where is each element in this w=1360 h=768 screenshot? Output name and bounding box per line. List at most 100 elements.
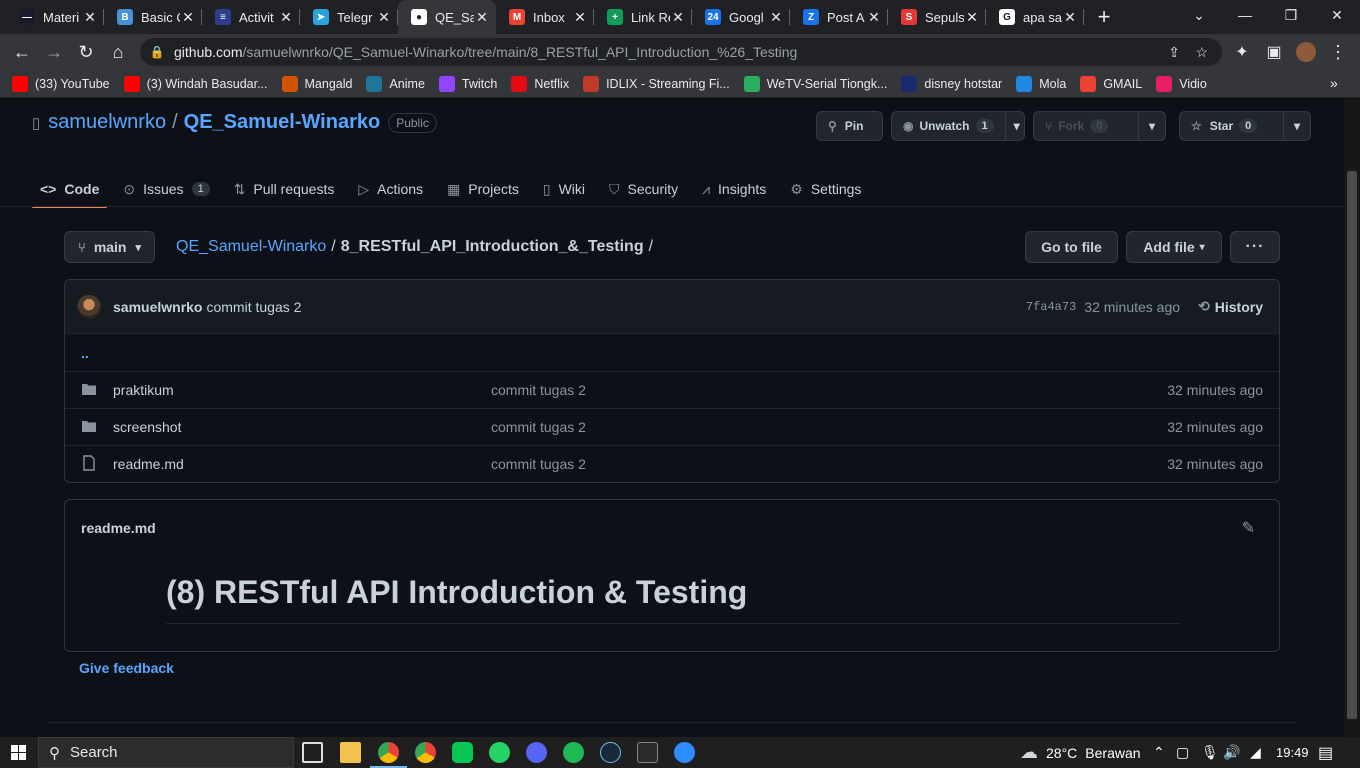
commit-sha-link[interactable]: 7fa4a73 bbox=[1026, 300, 1076, 314]
bookmark-item[interactable]: Twitch bbox=[438, 75, 497, 92]
close-tab-icon[interactable]: ✕ bbox=[572, 9, 588, 26]
taskbar-clock[interactable]: 19:49 bbox=[1276, 737, 1309, 768]
minimize-button[interactable]: — bbox=[1222, 0, 1268, 30]
network-device-icon[interactable]: ▢ bbox=[1176, 737, 1189, 768]
share-icon[interactable]: ⇪ bbox=[1168, 44, 1180, 61]
repo-owner-link[interactable]: samuelwnrko bbox=[48, 111, 166, 134]
browser-tab[interactable]: ≡ Activit ✕ bbox=[202, 0, 300, 34]
tab-insights[interactable]: ⩘ Insights bbox=[694, 171, 774, 207]
browser-tab[interactable]: Gapa sa ✕ bbox=[986, 0, 1084, 34]
spotify-icon[interactable] bbox=[563, 742, 584, 763]
browser-tab[interactable]: + Link Re✕ bbox=[594, 0, 692, 34]
pencil-icon[interactable]: ✎ bbox=[1242, 518, 1255, 538]
file-name-link[interactable]: screenshot bbox=[113, 419, 491, 435]
chevron-down-icon[interactable]: ▾ bbox=[1282, 112, 1310, 140]
tab-code[interactable]: <> Code bbox=[32, 171, 108, 208]
line-app-icon[interactable] bbox=[452, 742, 473, 763]
unwatch-button[interactable]: ◉ Unwatch 1 ▾ bbox=[891, 111, 1025, 141]
commit-message[interactable]: commit tugas 2 bbox=[206, 299, 301, 315]
bookmark-star-icon[interactable]: ☆ bbox=[1195, 44, 1208, 61]
repo-name-link[interactable]: QE_Samuel-Winarko bbox=[184, 111, 381, 134]
avatar[interactable] bbox=[77, 294, 101, 319]
file-name-link[interactable]: praktikum bbox=[113, 382, 491, 398]
more-options-button[interactable]: ··· bbox=[1230, 231, 1280, 263]
home-button[interactable]: ⌂ bbox=[102, 36, 134, 68]
file-commit-message[interactable]: commit tugas 2 bbox=[491, 382, 1167, 398]
windows-start-icon[interactable] bbox=[11, 745, 26, 760]
tab-issues[interactable]: ⊙ Issues 1 bbox=[115, 171, 217, 207]
taskbar-search[interactable]: ⚲ Search bbox=[38, 737, 294, 768]
commit-author-link[interactable]: samuelwnrko bbox=[113, 299, 202, 315]
close-tab-icon[interactable]: ✕ bbox=[82, 9, 98, 26]
address-bar[interactable]: 🔒 github.com /samuelwnrko/QE_Samuel-Wina… bbox=[140, 38, 1222, 66]
go-to-file-button[interactable]: Go to file bbox=[1025, 231, 1118, 263]
extensions-icon[interactable]: ✦ bbox=[1226, 36, 1258, 68]
bookmark-item[interactable]: Mangald bbox=[281, 75, 352, 92]
page-scrollbar[interactable] bbox=[1344, 99, 1360, 737]
chrome-taskbar-icon[interactable] bbox=[378, 742, 399, 763]
bookmark-item[interactable]: WeTV-Serial Tiongk... bbox=[743, 75, 887, 92]
bookmark-item[interactable]: GMAIL bbox=[1080, 75, 1142, 92]
file-commit-message[interactable]: commit tugas 2 bbox=[491, 419, 1167, 435]
file-commit-message[interactable]: commit tugas 2 bbox=[491, 456, 1167, 472]
side-panel-icon[interactable]: ▣ bbox=[1258, 36, 1290, 68]
close-tab-icon[interactable]: ✕ bbox=[376, 9, 392, 26]
epic-games-icon[interactable] bbox=[637, 742, 658, 763]
tab-projects[interactable]: ▦ Projects bbox=[439, 171, 527, 207]
whatsapp-icon[interactable] bbox=[489, 742, 510, 763]
browser-tab[interactable]: 24 Googl ✕ bbox=[692, 0, 790, 34]
breadcrumb-repo-link[interactable]: QE_Samuel-Winarko bbox=[176, 238, 326, 256]
add-file-button[interactable]: Add file ▾ bbox=[1126, 231, 1222, 263]
bookmark-item[interactable]: IDLIX - Streaming Fi... bbox=[583, 75, 730, 92]
close-tab-icon[interactable]: ✕ bbox=[768, 9, 784, 26]
browser-tab[interactable]: — Materi ✕ bbox=[6, 0, 104, 34]
reload-button[interactable]: ↻ bbox=[70, 36, 102, 68]
bookmark-item[interactable]: (33) YouTube bbox=[12, 75, 110, 92]
chevron-down-icon[interactable]: ▾ bbox=[1137, 112, 1165, 140]
browser-tab[interactable]: M Inbox ✕ bbox=[496, 0, 594, 34]
star-button[interactable]: ☆ Star 0 ▾ bbox=[1179, 111, 1311, 141]
table-row[interactable]: praktikum commit tugas 2 32 minutes ago bbox=[65, 371, 1279, 408]
bookmark-item[interactable]: Netflix bbox=[511, 75, 569, 92]
close-tab-icon[interactable]: ✕ bbox=[866, 9, 882, 26]
scrollbar-thumb[interactable] bbox=[1347, 171, 1357, 719]
close-tab-icon[interactable]: ✕ bbox=[278, 9, 294, 26]
steam-icon[interactable] bbox=[600, 742, 621, 763]
close-tab-icon[interactable]: ✕ bbox=[474, 9, 490, 26]
discord-icon[interactable] bbox=[526, 742, 547, 763]
back-button[interactable]: ← bbox=[6, 36, 38, 68]
tab-pull-requests[interactable]: ⇅ Pull requests bbox=[226, 171, 343, 207]
file-explorer-icon[interactable] bbox=[340, 742, 361, 763]
chrome-menu-icon[interactable]: ⋮ bbox=[1322, 36, 1354, 68]
zoom-icon[interactable] bbox=[674, 742, 695, 763]
history-link[interactable]: ⟲ History bbox=[1198, 298, 1263, 315]
microphone-icon[interactable]: 🎙 bbox=[1201, 737, 1219, 768]
tab-settings[interactable]: ⚙ Settings bbox=[782, 171, 869, 207]
close-window-button[interactable]: ✕ bbox=[1314, 0, 1360, 30]
parent-directory-link[interactable]: .. bbox=[81, 345, 89, 361]
tab-actions[interactable]: ▷ Actions bbox=[350, 171, 431, 207]
restore-button[interactable]: ❐ bbox=[1268, 0, 1314, 30]
file-name-link[interactable]: readme.md bbox=[113, 456, 491, 472]
close-tab-icon[interactable]: ✕ bbox=[964, 9, 980, 26]
wifi-icon[interactable]: ◢ bbox=[1250, 737, 1261, 768]
tab-search-button[interactable]: ⌄ bbox=[1176, 0, 1222, 30]
table-row[interactable]: screenshot commit tugas 2 32 minutes ago bbox=[65, 408, 1279, 445]
pin-button[interactable]: ⚲ Pin bbox=[816, 111, 883, 141]
browser-tab[interactable]: B Basic C✕ bbox=[104, 0, 202, 34]
browser-tab[interactable]: ➤ Telegr ✕ bbox=[300, 0, 398, 34]
close-tab-icon[interactable]: ✕ bbox=[1062, 9, 1078, 26]
chevron-down-icon[interactable]: ▾ bbox=[1004, 112, 1028, 140]
browser-tab[interactable]: S Sepuls ✕ bbox=[888, 0, 986, 34]
bookmarks-overflow-icon[interactable]: » bbox=[1330, 75, 1338, 91]
browser-tab[interactable]: Z Post A ✕ bbox=[790, 0, 888, 34]
table-row[interactable]: .. bbox=[65, 334, 1279, 371]
bookmark-item[interactable]: (3) Windah Basudar... bbox=[123, 75, 268, 92]
bookmark-item[interactable]: Mola bbox=[1016, 75, 1066, 92]
chrome-taskbar-icon-2[interactable] bbox=[415, 742, 436, 763]
bookmark-item[interactable]: Anime bbox=[366, 75, 425, 92]
bookmark-item[interactable]: Vidio bbox=[1156, 75, 1207, 92]
tab-wiki[interactable]: ▯ Wiki bbox=[535, 171, 593, 207]
new-tab-button[interactable]: + bbox=[1084, 0, 1124, 34]
volume-icon[interactable]: 🔊 bbox=[1223, 737, 1240, 768]
